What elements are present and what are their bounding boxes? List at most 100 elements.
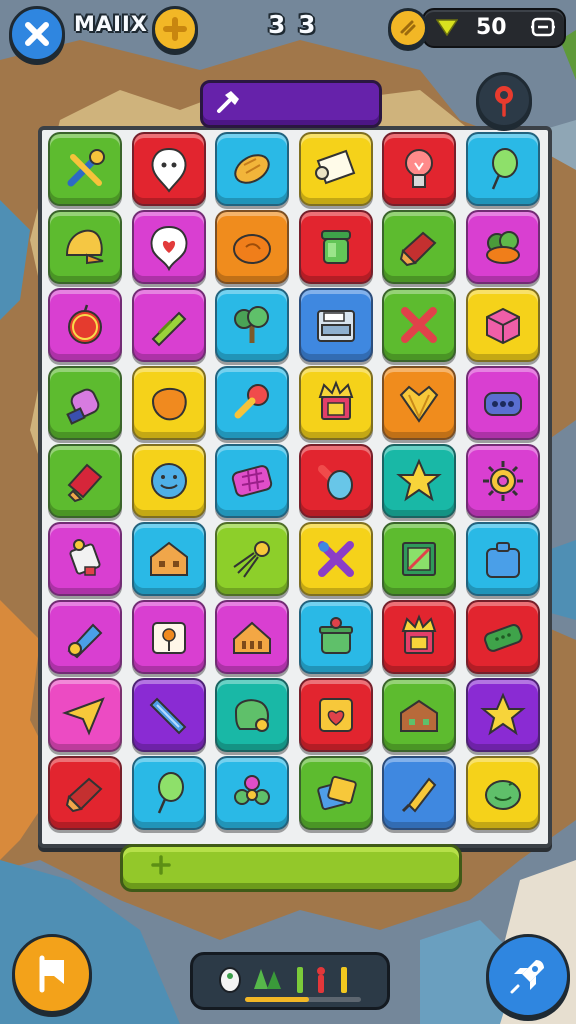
tile[interactable] — [298, 366, 373, 440]
heart-bubble-icon — [150, 225, 187, 272]
bottle-yellow-icon[interactable] — [337, 965, 351, 995]
tile[interactable] — [298, 444, 373, 518]
tile[interactable] — [465, 522, 540, 596]
tile[interactable] — [48, 756, 122, 830]
balloon-icon — [491, 148, 518, 190]
tile[interactable] — [465, 366, 540, 440]
close-icon — [25, 22, 49, 46]
egg-icon[interactable] — [217, 965, 243, 993]
close-button[interactable] — [9, 6, 65, 62]
robot-icon — [69, 539, 101, 576]
tile[interactable] — [465, 756, 540, 830]
tile[interactable] — [382, 444, 456, 518]
tile[interactable] — [215, 522, 289, 596]
candy-icon — [399, 231, 437, 267]
tile[interactable] — [465, 132, 540, 206]
tile[interactable] — [131, 756, 206, 830]
tile[interactable] — [215, 444, 289, 518]
jar-icon — [320, 230, 351, 264]
pot-icon — [318, 617, 353, 654]
bottle-green-icon[interactable] — [293, 965, 307, 995]
coin-shop-button[interactable] — [388, 8, 428, 48]
tile[interactable] — [48, 210, 122, 284]
rocket-icon — [401, 777, 437, 813]
tile[interactable] — [131, 366, 206, 440]
tile[interactable] — [382, 288, 456, 362]
bonus-bar[interactable] — [120, 844, 462, 892]
tile[interactable] — [298, 210, 373, 284]
candy-icon — [65, 777, 103, 813]
plane-icon — [61, 697, 105, 736]
crown-box-icon — [318, 380, 353, 420]
tile[interactable] — [131, 522, 206, 596]
flower-icon — [234, 775, 270, 805]
key-icon — [234, 384, 269, 419]
tile[interactable] — [215, 600, 289, 674]
tile[interactable] — [465, 600, 540, 674]
progress-track — [245, 997, 361, 1002]
rocket-button[interactable] — [486, 934, 570, 1018]
tile[interactable] — [215, 288, 289, 362]
tile[interactable] — [298, 678, 373, 752]
waffle-icon — [231, 465, 273, 497]
bottle-red-icon[interactable] — [313, 965, 329, 995]
game-title: MAIIX — [74, 12, 148, 36]
tile[interactable] — [48, 678, 122, 752]
tile[interactable] — [215, 678, 289, 752]
tile[interactable] — [298, 600, 373, 674]
tile[interactable] — [382, 210, 456, 284]
tile[interactable] — [215, 366, 289, 440]
tile[interactable] — [382, 366, 456, 440]
tile[interactable] — [48, 288, 122, 362]
tile[interactable] — [48, 132, 122, 206]
tool-bar — [190, 952, 390, 1010]
tile[interactable] — [131, 132, 206, 206]
tile[interactable] — [48, 600, 122, 674]
cube-icon — [485, 307, 520, 345]
tile[interactable] — [215, 132, 289, 206]
wrench-cross-icon — [317, 541, 354, 577]
tile[interactable] — [298, 522, 373, 596]
tile[interactable] — [48, 366, 122, 440]
coin-counter: 50 — [422, 8, 566, 48]
tile[interactable] — [131, 600, 206, 674]
tile[interactable] — [465, 288, 540, 362]
chest-icon — [400, 699, 438, 732]
tile[interactable] — [131, 444, 206, 518]
bottle-icon — [67, 623, 103, 659]
tile[interactable] — [48, 522, 122, 596]
tile[interactable] — [215, 210, 289, 284]
tile[interactable] — [298, 132, 373, 206]
tile[interactable] — [298, 756, 373, 830]
tile[interactable] — [298, 288, 373, 362]
tile[interactable] — [465, 444, 540, 518]
gem-icon — [436, 19, 458, 36]
potion-icon — [66, 388, 100, 425]
bandage-icon — [483, 624, 523, 652]
map-pin-button[interactable] — [476, 72, 532, 128]
crown-icon — [399, 385, 439, 423]
tree-icon — [234, 306, 269, 343]
apple-icon — [68, 304, 102, 344]
tile[interactable] — [465, 678, 540, 752]
star-icon — [396, 458, 442, 502]
coin-icon — [400, 20, 416, 36]
tile[interactable] — [382, 678, 456, 752]
tile[interactable] — [382, 756, 456, 830]
coin-value: 50 — [476, 15, 507, 40]
gold-plus-button[interactable] — [152, 6, 198, 52]
settings-icon[interactable] — [530, 16, 556, 38]
trees-icon[interactable] — [253, 965, 283, 993]
tile[interactable] — [215, 756, 289, 830]
tile[interactable] — [131, 678, 206, 752]
tile[interactable] — [131, 210, 206, 284]
tile[interactable] — [382, 522, 456, 596]
tile[interactable] — [465, 210, 540, 284]
tile[interactable] — [382, 600, 456, 674]
cross-icon — [401, 307, 437, 343]
tile[interactable] — [382, 132, 456, 206]
map-pin-icon — [495, 86, 513, 117]
flag-button[interactable] — [12, 934, 92, 1014]
tile[interactable] — [131, 288, 206, 362]
tile[interactable] — [48, 444, 122, 518]
